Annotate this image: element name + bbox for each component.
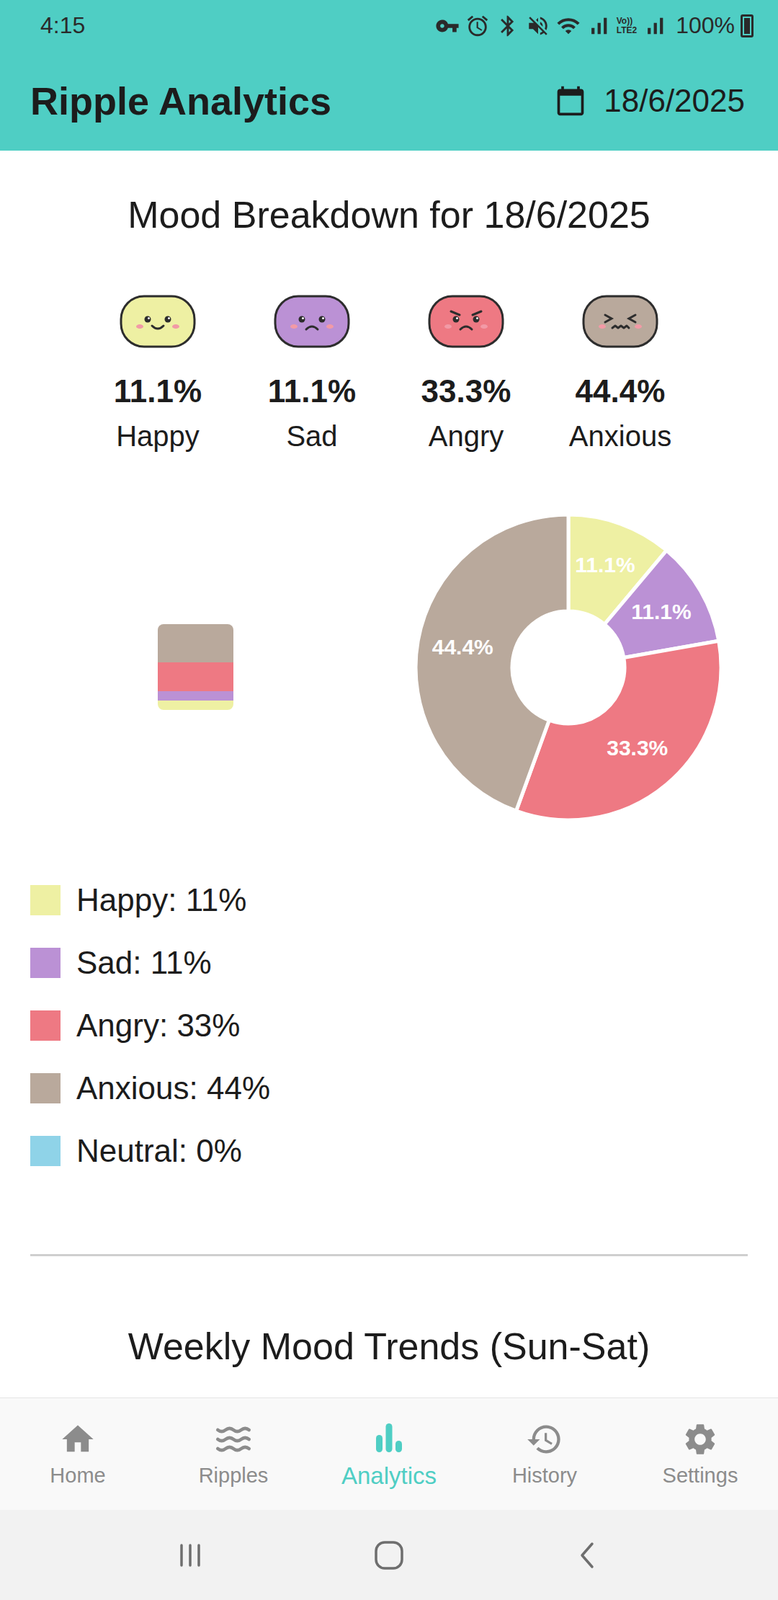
stacked-bar-segment [157,690,234,701]
nav-label: Ripples [198,1463,269,1487]
waves-icon [214,1419,253,1458]
network-label: Vo))LTE2 [616,16,637,36]
legend: Happy: 11% Sad: 11% Angry: 33% Anxious: 44%… [30,868,748,1182]
donut-slice[interactable] [415,514,569,811]
status-time: 4:15 [40,12,86,39]
legend-item: Anxious: 44% [30,1056,748,1119]
happy-face-icon [119,293,196,350]
legend-text: Sad: 11% [76,944,212,981]
bar-chart-icon [370,1418,408,1456]
status-icons: Vo))LTE2 100% [435,12,754,39]
stacked-bar [157,623,234,710]
home-button-icon[interactable] [371,1537,407,1572]
legend-text: Happy: 11% [76,881,247,918]
recent-apps-icon[interactable] [174,1538,207,1571]
nav-label: History [512,1463,578,1487]
home-icon [59,1419,97,1458]
legend-item: Sad: 11% [30,930,748,994]
date-picker[interactable]: 18/6/2025 [554,82,745,119]
mood-percent: 33.3% [421,372,512,410]
date-text: 18/6/2025 [603,82,745,119]
network-label-line: Vo)) [616,16,637,26]
analytics-screen: 4:15 Vo))LTE2 100% Ripple Analytics 18/6/202… [0,0,778,1600]
mood-item: 33.3% Angry [411,293,521,454]
donut-label: 11.1% [574,551,635,576]
mood-label: Happy [115,418,200,454]
mood-label: Anxious [569,418,672,454]
battery-icon [740,14,754,38]
legend-swatch [30,884,61,915]
mute-icon [525,13,551,39]
donut-label: 44.4% [432,634,494,659]
content: Mood Breakdown for 18/6/202511.1%Happy11… [0,150,778,1397]
legend-swatch [30,947,61,978]
header: 4:15 Vo))LTE2 100% Ripple Analytics 18/6/202… [0,0,778,151]
gear-icon [681,1419,719,1458]
calendar-icon [554,85,587,117]
history-icon [525,1419,564,1458]
system-nav-bar [0,1509,778,1600]
nav-item[interactable]: Settings [622,1397,778,1510]
status-bar: 4:15 Vo))LTE2 100% [0,0,778,52]
nav-item[interactable]: Home [0,1397,156,1510]
legend-swatch [30,1135,61,1166]
mood-item: 11.1% Sad [257,293,367,454]
mood-percent: 11.1% [267,372,356,410]
stacked-bar-segment [157,623,234,663]
battery-fill [744,18,750,34]
nav-item[interactable]: Analytics [311,1397,467,1510]
battery-text: 100% [675,12,735,39]
donut-slice-group: 11.1% [604,549,719,657]
donut-label: 33.3% [606,735,668,760]
divider [30,1253,748,1256]
anxious-face-icon [582,293,659,350]
wifi-icon [556,13,581,39]
legend-swatch [30,1072,61,1103]
donut-chart: 11.1% 11.1% 33.3% 44.4% [409,508,727,826]
app-bar: Ripple Analytics 18/6/2025 [0,51,778,151]
mood-label: Sad [285,418,338,454]
bluetooth-icon [495,13,521,39]
mood-label: Angry [428,418,505,454]
bottom-nav: Home Ripples Analytics History Settings [0,1396,778,1510]
donut-cell: 11.1% 11.1% 33.3% 44.4% [389,508,748,826]
stacked-bar-segment [157,700,234,710]
mood-item: 11.1% Happy [103,293,213,454]
legend-item: Neutral: 0% [30,1118,748,1182]
stacked-bar-cell [30,623,389,710]
nav-label: Home [49,1463,106,1487]
nav-item[interactable]: Ripples [155,1397,312,1510]
stacked-bar-segment [157,662,234,691]
angry-face-icon [427,293,505,350]
donut-slice-group: 44.4% [415,514,569,811]
signal-icon [586,13,611,39]
network-label-line: LTE2 [616,25,637,36]
legend-text: Anxious: 44% [76,1069,271,1106]
breakdown-title: Mood Breakdown for 18/6/2025 [30,192,748,238]
nav-item[interactable]: History [466,1397,623,1510]
key-icon [435,13,460,39]
mood-percent: 44.4% [575,372,666,410]
legend-item: Happy: 11% [30,868,748,931]
nav-label: Settings [662,1463,739,1487]
donut-slice[interactable] [604,549,719,657]
legend-item: Angry: 33% [30,993,748,1057]
alarm-icon [465,13,490,39]
sad-face-icon [273,293,351,350]
nav-label: Analytics [341,1461,437,1490]
weekly-title: Weekly Mood Trends (Sun-Sat) [30,1323,748,1368]
signal-icon [642,13,668,39]
donut-label: 11.1% [631,599,691,624]
legend-text: Angry: 33% [76,1007,240,1044]
mood-row: 11.1% Happy 11.1% Sad 33.3% Angry 44.4% Anxious [30,293,748,454]
legend-text: Neutral: 0% [76,1132,243,1169]
mood-percent: 11.1% [113,372,202,410]
legend-swatch [30,1009,61,1041]
app-title: Ripple Analytics [30,78,332,124]
back-icon[interactable] [571,1538,604,1571]
mood-item: 44.4% Anxious [565,293,675,454]
chart-row: 11.1% 11.1% 33.3% 44.4% [30,513,748,820]
